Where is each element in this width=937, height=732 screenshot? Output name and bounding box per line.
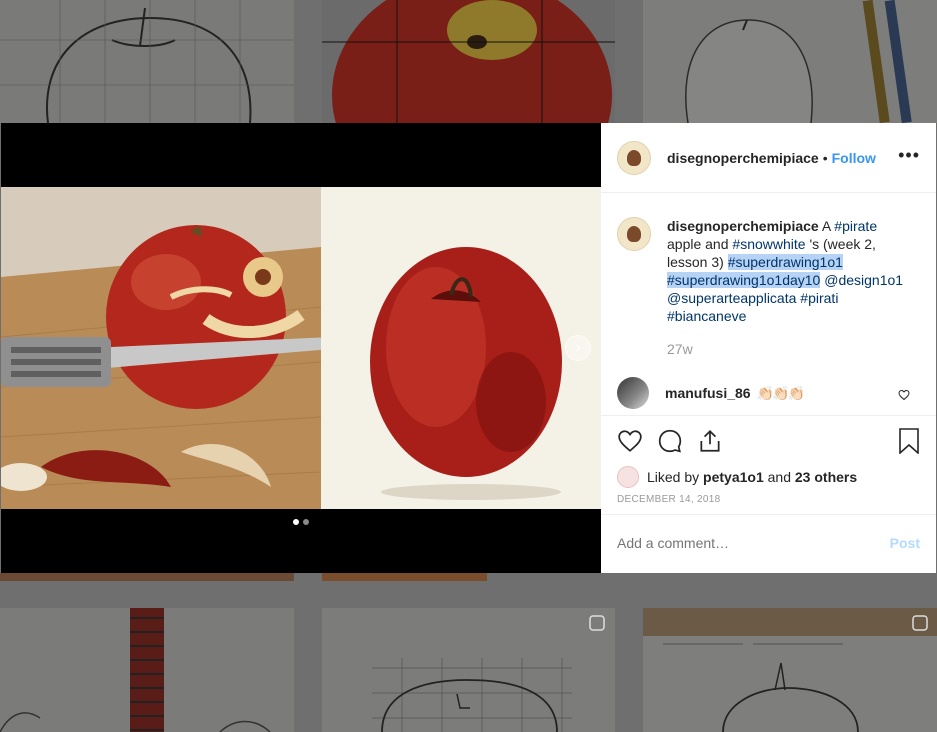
grid-thumbnail[interactable] — [322, 573, 487, 581]
apple-sketch-image — [0, 0, 294, 123]
caption-author-avatar[interactable] — [617, 217, 651, 251]
action-bar — [601, 416, 936, 466]
separator-dot: • — [822, 149, 828, 166]
apple-stem-sketch-image — [643, 608, 937, 732]
bookmark-icon[interactable] — [898, 428, 920, 454]
comment-item: manufusi_86 👏🏻👏🏻👏🏻 — [617, 377, 920, 409]
post-date[interactable]: DECEMBER 14, 2018 — [601, 488, 936, 515]
hashtag-link[interactable]: #pirati — [800, 290, 838, 306]
grid-thumbnail[interactable] — [0, 0, 294, 123]
caption-username[interactable]: disegnoperchemipiace — [667, 218, 819, 234]
pirate-apple-photo — [1, 187, 321, 509]
comments-section: disegnoperchemipiace A #pirate apple and… — [601, 193, 936, 416]
post-modal: › disegnoperchemipiace • Follow ••• dise… — [1, 123, 936, 573]
post-header: disegnoperchemipiace • Follow ••• — [601, 123, 936, 193]
grid-thumbnail[interactable] — [643, 608, 937, 732]
author-username[interactable]: disegnoperchemipiace — [667, 150, 819, 166]
hashtag-link[interactable]: #biancaneve — [667, 308, 746, 324]
grid-thumbnail[interactable] — [0, 608, 294, 732]
red-apple-photo — [321, 187, 601, 509]
mention-link[interactable]: @superarteapplicata — [667, 290, 796, 306]
comment-like-heart-icon[interactable] — [898, 389, 910, 401]
grid-thumbnail[interactable] — [322, 608, 615, 732]
heart-icon[interactable] — [617, 428, 643, 454]
mention-link[interactable]: @design1o1 — [824, 272, 903, 288]
post-image[interactable] — [1, 187, 601, 509]
likes-prefix: Liked by — [647, 469, 704, 485]
grid-thumbnail[interactable] — [643, 0, 937, 123]
post-age[interactable]: 27w — [667, 341, 920, 357]
follow-button[interactable]: Follow — [832, 150, 876, 166]
commenter-avatar[interactable] — [617, 377, 649, 409]
likes-others-link[interactable]: 23 others — [795, 469, 857, 485]
multiple-photos-icon — [589, 615, 605, 631]
grid-thumbnail[interactable] — [322, 0, 615, 123]
apple-drawing-image — [685, 0, 912, 123]
hashtag-link[interactable]: #superdrawing1o1 — [727, 254, 843, 270]
comment-text: 👏🏻👏🏻👏🏻 — [756, 384, 805, 401]
liker-username[interactable]: petya1o1 — [703, 469, 764, 485]
caption: disegnoperchemipiace A #pirate apple and… — [617, 217, 920, 325]
likes-and: and — [763, 469, 795, 485]
caption-text: disegnoperchemipiace A #pirate apple and… — [667, 217, 907, 325]
commenter-username[interactable]: manufusi_86 — [665, 385, 751, 401]
post-details-panel: disegnoperchemipiace • Follow ••• disegn… — [601, 123, 936, 573]
hashtag-link[interactable]: #snowwhite — [732, 236, 805, 252]
grid-thumbnail[interactable] — [0, 573, 294, 581]
author-avatar[interactable] — [617, 140, 651, 175]
apple-grid-sketch-image — [372, 615, 605, 732]
carousel-next-button[interactable]: › — [565, 335, 591, 361]
hashtag-link[interactable]: #superdrawing1o1day10 — [667, 272, 821, 288]
carousel-indicator — [293, 519, 309, 525]
caption-fragment: apple and — [667, 236, 733, 252]
share-icon[interactable] — [697, 428, 723, 454]
hashtag-link[interactable]: #pirate — [834, 218, 877, 234]
liker-avatar[interactable] — [617, 466, 639, 488]
apple-photo-image — [322, 0, 615, 123]
post-media[interactable]: › — [1, 123, 601, 573]
likes-summary: Liked by petya1o1 and 23 others — [601, 466, 936, 488]
comment-input[interactable] — [617, 535, 877, 551]
add-comment-bar: Post — [601, 515, 936, 571]
more-icon[interactable]: ••• — [898, 145, 920, 166]
caption-fragment: A — [818, 218, 835, 234]
likes-text[interactable]: Liked by petya1o1 and 23 others — [647, 469, 857, 485]
carousel-dot — [303, 519, 309, 525]
carousel-dot-active — [293, 519, 299, 525]
notebook-sketch-image — [0, 608, 271, 732]
comment-icon[interactable] — [657, 428, 683, 454]
post-comment-button[interactable]: Post — [890, 535, 920, 551]
chevron-right-icon: › — [575, 339, 581, 356]
